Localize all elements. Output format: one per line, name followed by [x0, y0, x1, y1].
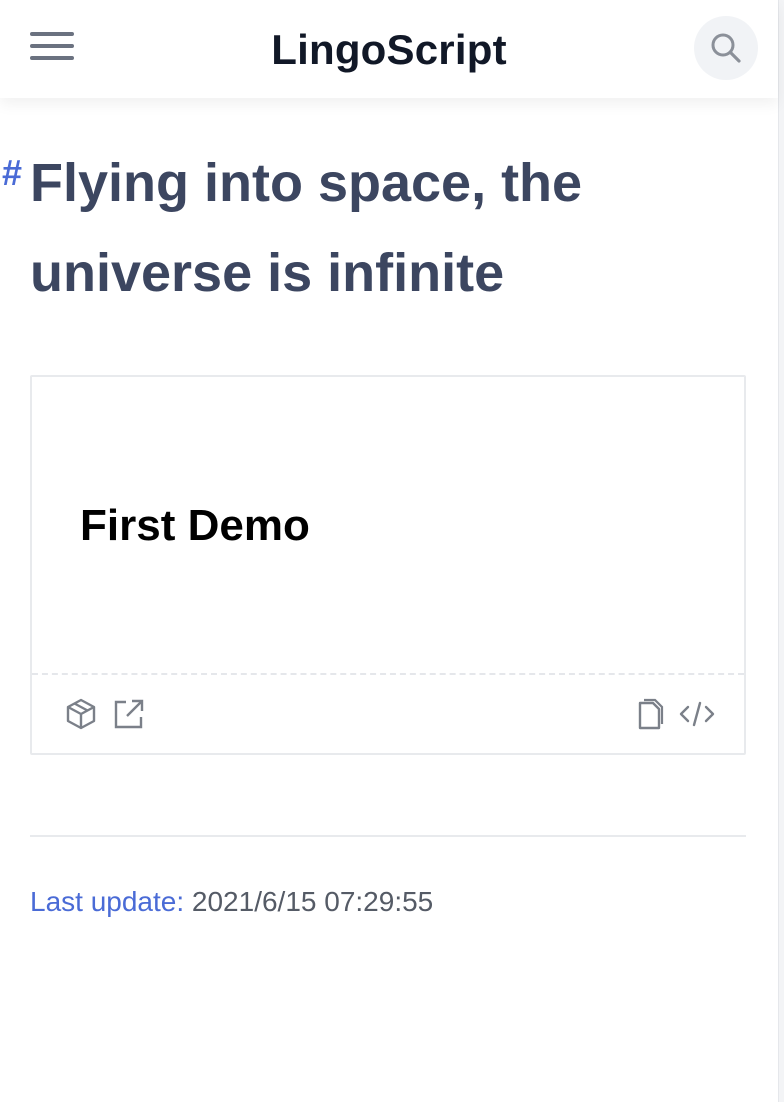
demo-preview: First Demo	[32, 377, 744, 674]
open-external-icon[interactable]	[112, 697, 146, 731]
site-title[interactable]: LingoScript	[0, 26, 778, 74]
page-heading: Flying into space, the universe is infin…	[30, 153, 583, 303]
demo-card: First Demo	[30, 375, 746, 755]
heading-anchor-link[interactable]: #	[2, 152, 22, 194]
code-icon[interactable]	[678, 697, 716, 731]
top-navbar: LingoScript	[0, 0, 778, 98]
last-update-value: 2021/6/15 07:29:55	[191, 886, 434, 917]
demo-title: First Demo	[80, 501, 310, 550]
codesandbox-icon[interactable]	[64, 697, 98, 731]
last-update-label: Last update:	[30, 886, 185, 917]
footer-divider	[30, 835, 746, 837]
search-button[interactable]	[694, 16, 758, 80]
demo-actions-bar	[32, 675, 744, 753]
search-icon	[711, 33, 741, 63]
last-update: Last update: 2021/6/15 07:29:55	[30, 886, 433, 918]
copy-icon[interactable]	[632, 697, 666, 731]
scrollbar-track[interactable]	[778, 0, 784, 1102]
